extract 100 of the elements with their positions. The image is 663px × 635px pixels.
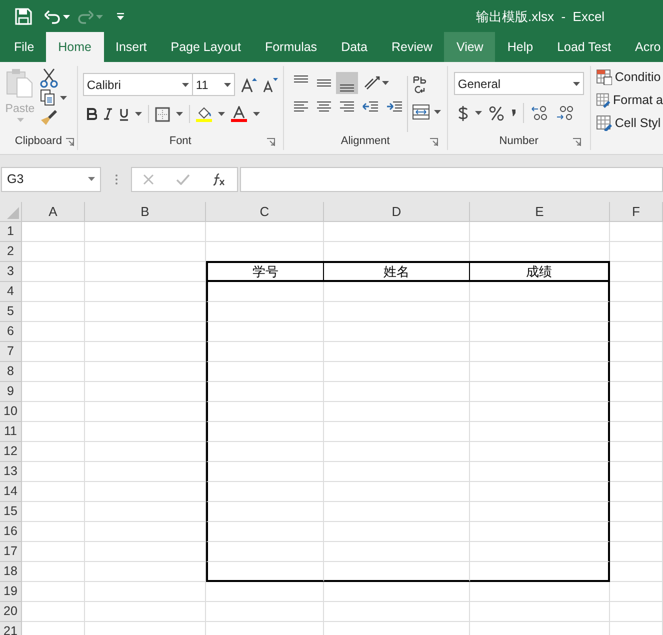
dialog-launcher-icon[interactable] bbox=[66, 138, 74, 146]
sheet-cell[interactable] bbox=[470, 562, 610, 582]
name-box[interactable]: G3 bbox=[1, 166, 101, 192]
align-right-icon[interactable] bbox=[338, 100, 355, 114]
row-header[interactable]: 8 bbox=[0, 362, 22, 382]
styles-button[interactable]: Cell Styl bbox=[596, 113, 663, 133]
cancel-icon[interactable] bbox=[143, 174, 154, 184]
column-header[interactable]: F bbox=[610, 202, 663, 222]
bold-icon[interactable] bbox=[86, 108, 97, 120]
comma-icon[interactable] bbox=[510, 109, 516, 117]
percent-icon[interactable] bbox=[488, 106, 504, 120]
save-icon[interactable] bbox=[15, 8, 32, 24]
sheet-cell[interactable] bbox=[470, 502, 610, 522]
dialog-launcher-icon[interactable] bbox=[572, 138, 581, 146]
row-header[interactable]: 16 bbox=[0, 522, 22, 542]
caret-icon[interactable] bbox=[382, 81, 389, 85]
font-size-dropdown[interactable]: 11 bbox=[192, 73, 235, 96]
caret-icon[interactable] bbox=[252, 112, 260, 116]
sheet-cell[interactable] bbox=[470, 462, 610, 482]
row-header[interactable]: 13 bbox=[0, 462, 22, 482]
ribbon-tab[interactable]: Data bbox=[329, 32, 380, 62]
customize-icon[interactable] bbox=[117, 12, 124, 20]
sheet-cell[interactable] bbox=[470, 422, 610, 442]
dialog-launcher-icon[interactable] bbox=[266, 138, 275, 146]
sheet-cell[interactable] bbox=[470, 382, 610, 402]
styles-button[interactable]: Format a bbox=[596, 90, 663, 110]
check-icon[interactable] bbox=[176, 174, 190, 184]
bottom-align-button[interactable] bbox=[336, 72, 358, 94]
sheet-cell[interactable] bbox=[470, 402, 610, 422]
row-header[interactable]: 12 bbox=[0, 442, 22, 462]
ribbon-tab[interactable]: Home bbox=[46, 32, 104, 62]
sheet-cell[interactable] bbox=[470, 482, 610, 502]
dollar-icon[interactable] bbox=[458, 104, 468, 122]
row-header[interactable]: 2 bbox=[0, 242, 22, 262]
copy-icon[interactable] bbox=[40, 89, 56, 107]
underline-icon[interactable] bbox=[118, 108, 129, 120]
column-header[interactable]: D bbox=[324, 202, 470, 222]
caret-icon[interactable] bbox=[434, 110, 441, 114]
caret-icon[interactable] bbox=[224, 82, 231, 86]
row-header[interactable]: 21 bbox=[0, 622, 22, 635]
caret-icon[interactable] bbox=[88, 177, 95, 181]
merge-cells-icon[interactable] bbox=[412, 104, 430, 120]
caret-icon[interactable] bbox=[182, 82, 189, 86]
formula-input[interactable] bbox=[240, 166, 663, 192]
column-header[interactable]: B bbox=[85, 202, 206, 222]
column-header[interactable]: C bbox=[206, 202, 324, 222]
increase-indent-icon[interactable] bbox=[386, 100, 403, 114]
row-header[interactable]: 10 bbox=[0, 402, 22, 422]
row-header[interactable]: 14 bbox=[0, 482, 22, 502]
undo-icon[interactable] bbox=[44, 8, 61, 24]
ribbon-tab[interactable]: Review bbox=[379, 32, 444, 62]
row-header[interactable]: 19 bbox=[0, 582, 22, 602]
shrink-font-icon[interactable] bbox=[262, 76, 278, 92]
ribbon-tab[interactable]: Acro bbox=[623, 32, 663, 62]
column-header[interactable]: E bbox=[470, 202, 610, 222]
more-icon[interactable] bbox=[115, 174, 118, 184]
number-format-dropdown[interactable]: General bbox=[454, 72, 584, 95]
sheet-cell[interactable] bbox=[470, 442, 610, 462]
sheet-cell[interactable] bbox=[470, 362, 610, 382]
row-header[interactable]: 11 bbox=[0, 422, 22, 442]
increase-decimal-icon[interactable] bbox=[530, 105, 549, 121]
select-all-corner[interactable] bbox=[0, 202, 22, 222]
caret-icon[interactable] bbox=[134, 112, 142, 116]
caret-icon[interactable] bbox=[474, 111, 482, 115]
font-color-icon[interactable] bbox=[230, 106, 247, 122]
sheet-cell[interactable] bbox=[470, 282, 610, 302]
align-center-icon[interactable] bbox=[316, 100, 332, 114]
fill-color-icon[interactable] bbox=[196, 106, 212, 122]
styles-button[interactable]: Conditio bbox=[596, 67, 663, 87]
brush-icon[interactable] bbox=[40, 108, 58, 126]
borders-icon[interactable] bbox=[154, 106, 170, 122]
italic-icon[interactable] bbox=[102, 108, 113, 120]
row-header[interactable]: 15 bbox=[0, 502, 22, 522]
caret-icon[interactable] bbox=[176, 112, 183, 116]
sheet-cell[interactable]: 姓名 bbox=[324, 261, 470, 282]
sheet-cell[interactable] bbox=[470, 322, 610, 342]
text-orientation-icon[interactable] bbox=[362, 75, 381, 91]
ribbon-tab[interactable]: Formulas bbox=[252, 32, 330, 62]
row-header[interactable]: 6 bbox=[0, 322, 22, 342]
align-left-icon[interactable] bbox=[292, 100, 309, 114]
caret-icon[interactable] bbox=[60, 96, 67, 100]
caret-icon[interactable] bbox=[218, 112, 225, 116]
ribbon-tab[interactable]: View bbox=[444, 32, 496, 62]
sheet-cell[interactable] bbox=[470, 302, 610, 322]
ribbon-tab[interactable]: Insert bbox=[104, 32, 159, 62]
sheet-cell[interactable] bbox=[470, 522, 610, 542]
ribbon-tab[interactable]: Help bbox=[495, 32, 546, 62]
row-header[interactable]: 18 bbox=[0, 562, 22, 582]
row-header[interactable]: 4 bbox=[0, 282, 22, 302]
row-header[interactable]: 20 bbox=[0, 602, 22, 622]
sheet-cell[interactable] bbox=[470, 542, 610, 562]
ribbon-tab[interactable]: File bbox=[2, 32, 46, 62]
caret-icon[interactable] bbox=[572, 82, 580, 86]
sheet-cell[interactable] bbox=[470, 342, 610, 362]
sheet-cell[interactable]: 学号 bbox=[206, 261, 324, 282]
caret-icon[interactable] bbox=[63, 15, 70, 19]
scissors-icon[interactable] bbox=[40, 68, 58, 88]
row-header[interactable]: 17 bbox=[0, 542, 22, 562]
row-header[interactable]: 9 bbox=[0, 382, 22, 402]
row-header[interactable]: 1 bbox=[0, 222, 22, 242]
